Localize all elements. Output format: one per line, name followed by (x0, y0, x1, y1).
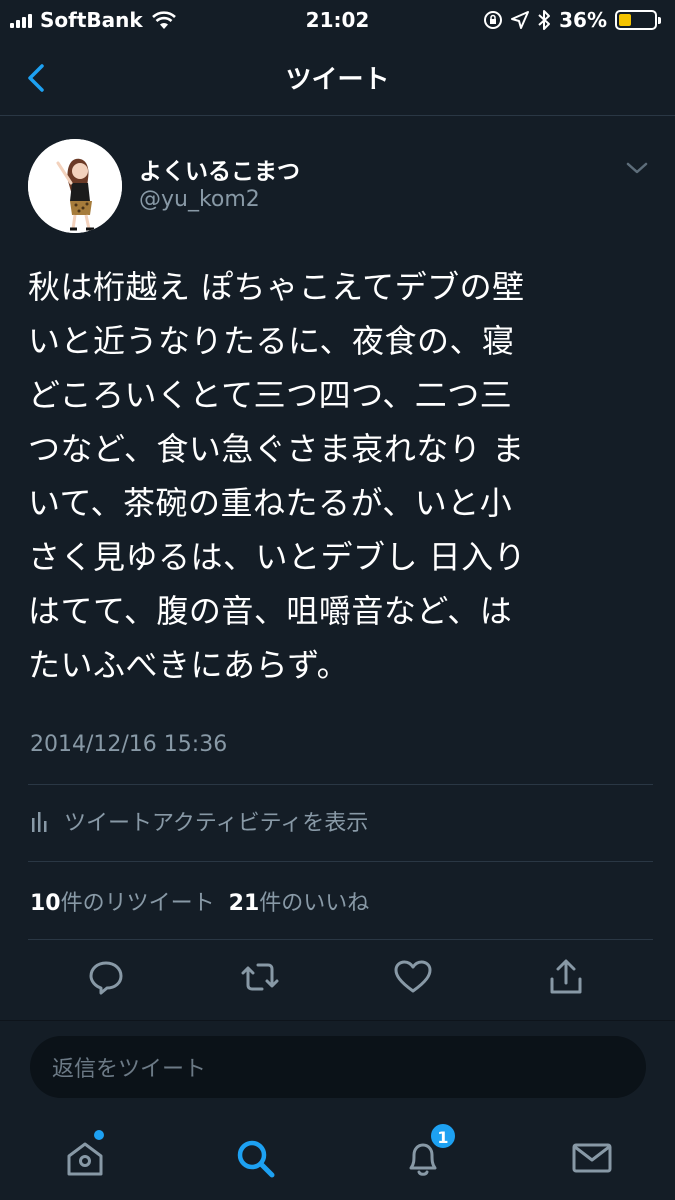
avatar-figure-icon (28, 139, 122, 233)
back-button[interactable] (22, 58, 52, 98)
tweet-author: よくいるこまつ @yu_kom2 (0, 117, 675, 237)
tab-bar: 1 (0, 1118, 675, 1200)
heart-icon[interactable] (393, 957, 433, 997)
divider (28, 939, 653, 940)
like-stat[interactable]: 21件のいいね (229, 885, 370, 917)
search-icon[interactable] (233, 1136, 277, 1180)
reply-placeholder: 返信をツイート (52, 1057, 207, 1082)
avatar[interactable] (28, 139, 122, 233)
page-title: ツイート (285, 65, 390, 95)
battery-icon (615, 10, 661, 30)
display-name[interactable]: よくいるこまつ (139, 152, 300, 186)
divider (28, 861, 653, 862)
reply-icon[interactable] (86, 957, 126, 997)
tweet-detail-screen: SoftBank 21:02 36% ツイート よくいるこまつ @yu_kom2… (0, 0, 675, 1200)
tweet-actions (0, 957, 675, 1017)
retweet-count: 10 (30, 891, 61, 916)
battery-fill (619, 14, 632, 26)
notification-badge: 1 (429, 1122, 457, 1150)
tweet: よくいるこまつ @yu_kom2 秋は桁越え ぽちゃこえてデブの壁 いと近うなり… (0, 117, 675, 995)
location-icon (511, 11, 530, 29)
orientation-lock-icon (484, 11, 503, 29)
chevron-down-icon[interactable] (625, 159, 649, 177)
home-new-dot (94, 1130, 104, 1140)
status-right: 36% (483, 8, 661, 32)
carrier-name: SoftBank (40, 8, 143, 32)
share-icon[interactable] (546, 957, 586, 997)
bluetooth-icon (538, 10, 551, 30)
status-left: SoftBank (10, 8, 177, 32)
navigation-bar: ツイート (0, 40, 675, 116)
like-count: 21 (228, 891, 260, 916)
mail-icon[interactable] (570, 1136, 614, 1180)
divider (0, 1020, 675, 1021)
tweet-timestamp: 2014/12/16 15:36 (30, 732, 228, 757)
tweet-text: 秋は桁越え ぽちゃこえてデブの壁 いと近うなりたるに、夜食の、寝 どころいくとて… (28, 268, 527, 684)
tweet-stats: 10件のリツイート 21件のいいね (30, 885, 369, 917)
battery-percent: 36% (559, 8, 607, 32)
signal-strength-icon (10, 12, 32, 28)
like-stat-label: 件のいいね (259, 891, 370, 916)
wifi-icon (151, 11, 176, 29)
retweet-stat-label: 件のリツイート (60, 891, 215, 916)
reply-input[interactable]: 返信をツイート (30, 1036, 646, 1098)
retweet-stat[interactable]: 10件のリツイート (30, 885, 215, 917)
divider (28, 784, 653, 785)
status-bar: SoftBank 21:02 36% (0, 0, 675, 40)
home-icon[interactable] (63, 1136, 107, 1180)
user-handle[interactable]: @yu_kom2 (139, 187, 260, 212)
bar-chart-icon (32, 812, 47, 832)
retweet-icon[interactable] (240, 957, 280, 997)
tweet-activity-label: ツイートアクティビティを表示 (64, 811, 369, 836)
tweet-activity-link[interactable]: ツイートアクティビティを表示 (30, 805, 368, 837)
